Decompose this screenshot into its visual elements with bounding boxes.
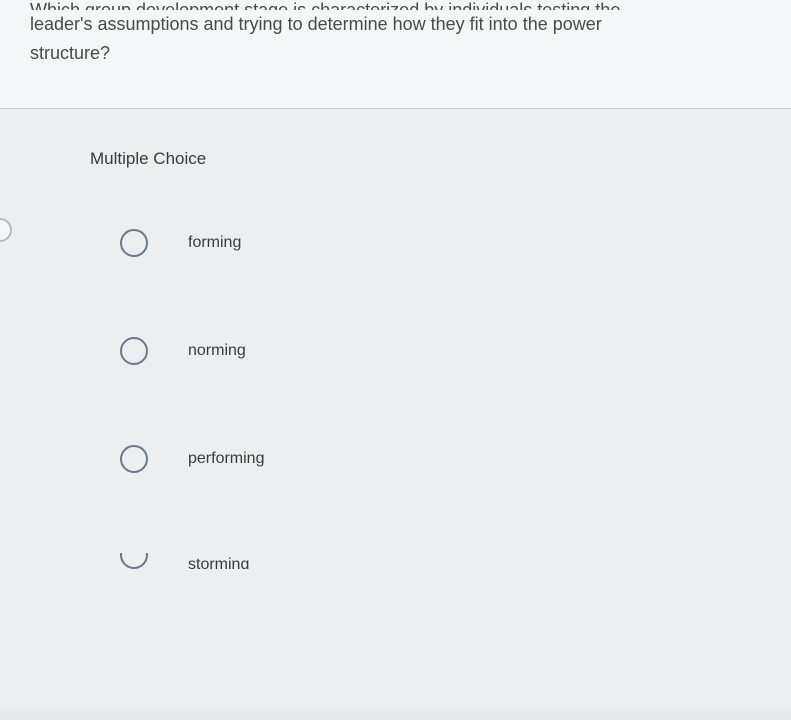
question-text: Which group development stage is charact… <box>30 0 761 68</box>
option-label: forming <box>188 234 241 252</box>
radio-icon[interactable] <box>120 445 148 473</box>
option-label: storming <box>188 557 249 569</box>
radio-icon[interactable] <box>120 553 148 569</box>
question-line-3: structure? <box>30 43 110 63</box>
option-storming[interactable]: storming <box>120 553 751 571</box>
options-list: forming norming performing storming <box>90 229 751 571</box>
option-performing[interactable]: performing <box>120 445 751 473</box>
question-line-1: Which group development stage is charact… <box>30 0 761 10</box>
answer-area: Multiple Choice forming norming performi… <box>0 109 791 709</box>
question-area: Which group development stage is charact… <box>0 0 791 109</box>
radio-icon[interactable] <box>120 337 148 365</box>
question-line-2: leader's assumptions and trying to deter… <box>30 14 602 34</box>
option-label: performing <box>188 450 264 468</box>
option-norming[interactable]: norming <box>120 337 751 365</box>
option-forming[interactable]: forming <box>120 229 751 257</box>
radio-icon[interactable] <box>120 229 148 257</box>
section-label: Multiple Choice <box>90 149 751 169</box>
option-label: norming <box>188 342 246 360</box>
